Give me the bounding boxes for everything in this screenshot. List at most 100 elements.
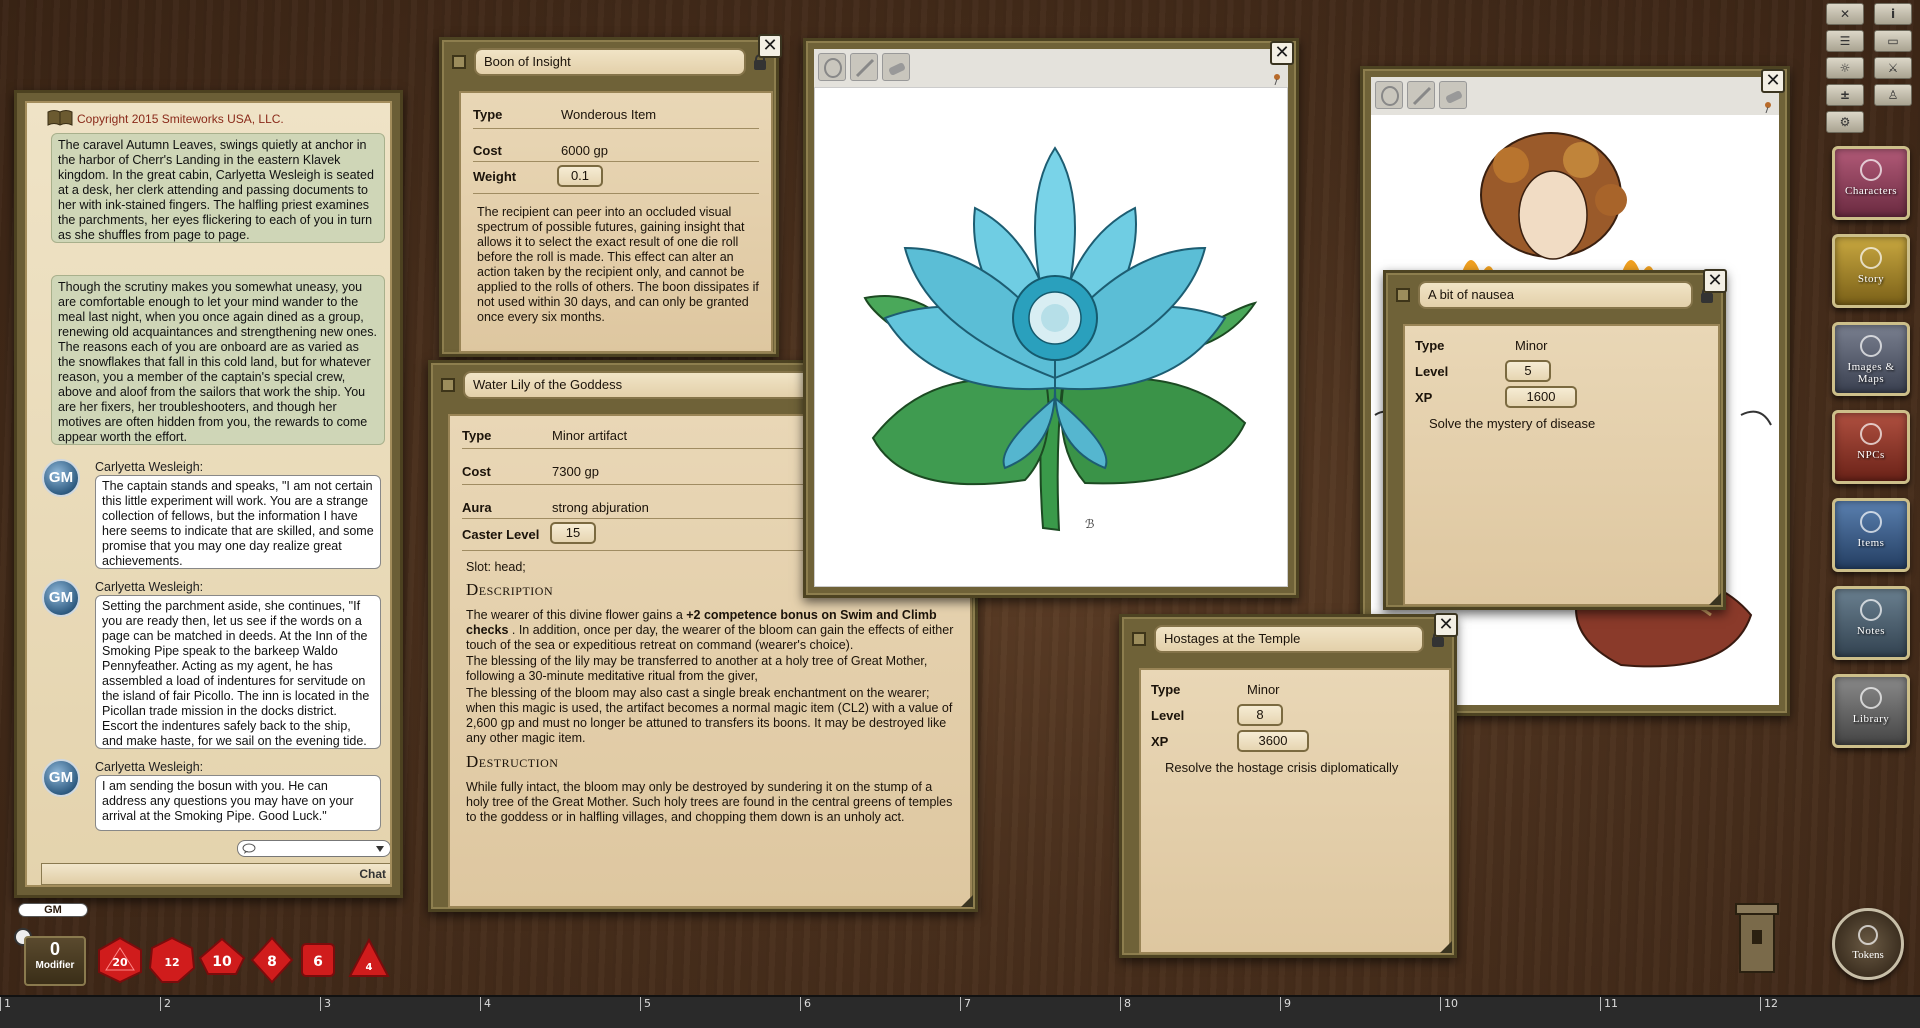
hotkey-slot[interactable]: 5: [640, 997, 651, 1011]
quest-details: Type Minor Level 5 XP 1600 Solve the mys…: [1403, 324, 1720, 606]
hotkey-slot[interactable]: 4: [480, 997, 491, 1011]
tool-button[interactable]: ✕: [1826, 3, 1864, 25]
eraser-icon[interactable]: [882, 53, 910, 81]
description-heading: Description: [466, 580, 553, 600]
chat-mode-select[interactable]: [237, 840, 391, 857]
resize-handle-icon[interactable]: [1440, 941, 1452, 953]
modifier-icon[interactable]: ±: [1826, 84, 1864, 106]
close-button[interactable]: ✕: [1434, 613, 1458, 637]
story-entry: The caravel Autumn Leaves, swings quietl…: [51, 133, 385, 243]
image-canvas[interactable]: ℬ: [814, 87, 1288, 587]
type-label: Type: [1415, 338, 1444, 353]
xp-field[interactable]: 3600: [1237, 730, 1309, 752]
d10-icon[interactable]: 10: [198, 936, 246, 984]
pin-icon[interactable]: [1763, 101, 1773, 113]
share-toggle[interactable]: [452, 55, 466, 69]
hotkey-slot[interactable]: 2: [160, 997, 171, 1011]
eraser-icon[interactable]: [1439, 81, 1467, 109]
hotkey-slot[interactable]: 6: [800, 997, 811, 1011]
close-button[interactable]: ✕: [1703, 269, 1727, 293]
image-window-lily: ℬ ✕: [803, 38, 1299, 598]
level-field[interactable]: 5: [1505, 360, 1551, 382]
hotkey-slot[interactable]: 1: [0, 997, 11, 1011]
hotkey-slot[interactable]: 12: [1760, 997, 1778, 1011]
resize-handle-icon[interactable]: [1709, 593, 1721, 605]
tokens-label: Tokens: [1852, 949, 1884, 961]
party-icon[interactable]: ♙: [1874, 84, 1912, 106]
hotkey-slot[interactable]: 11: [1600, 997, 1618, 1011]
quest-description[interactable]: Solve the mystery of disease: [1429, 416, 1595, 431]
d6-icon[interactable]: 6: [300, 942, 336, 978]
description-paragraph: The blessing of the bloom may also cast …: [466, 686, 958, 746]
settings-icon[interactable]: ⚙: [1826, 111, 1864, 133]
image-toolbar: [1371, 77, 1779, 115]
cost-value[interactable]: 6000 gp: [561, 143, 608, 158]
level-field[interactable]: 8: [1237, 704, 1283, 726]
d4-icon[interactable]: 4: [348, 938, 390, 980]
close-button[interactable]: ✕: [1761, 69, 1785, 93]
share-toggle[interactable]: [441, 378, 455, 392]
tower-icon[interactable]: [1734, 900, 1780, 976]
resize-handle-icon[interactable]: [961, 895, 973, 907]
type-value[interactable]: Wonderous Item: [561, 107, 656, 122]
hotkey-bar[interactable]: 1 2 3 4 5 6 7 8 9 10 11 12: [0, 995, 1920, 1028]
pin-icon[interactable]: [1272, 73, 1282, 85]
share-toggle[interactable]: [1396, 288, 1410, 302]
svg-text:12: 12: [164, 956, 179, 969]
d12-icon[interactable]: 12: [148, 936, 196, 984]
quest-name-field[interactable]: A bit of nausea: [1418, 281, 1693, 309]
combat-icon[interactable]: ⚔: [1874, 57, 1912, 79]
cards-icon[interactable]: ▭: [1874, 30, 1912, 52]
xp-field[interactable]: 1600: [1505, 386, 1577, 408]
list-icon[interactable]: ☰: [1826, 30, 1864, 52]
share-toggle[interactable]: [1132, 632, 1146, 646]
chat-button[interactable]: Chat: [359, 867, 386, 881]
mask-icon[interactable]: [818, 53, 846, 81]
close-button[interactable]: ✕: [1270, 41, 1294, 65]
type-value[interactable]: Minor: [1247, 682, 1280, 697]
chat-log[interactable]: Copyright 2015 Smiteworks USA, LLC. The …: [25, 101, 392, 887]
cost-label: Cost: [473, 143, 502, 158]
pencil-icon[interactable]: [850, 53, 878, 81]
level-label: Level: [1415, 364, 1448, 379]
chevron-down-icon: [376, 846, 384, 852]
sidebar-story-button[interactable]: Story: [1832, 234, 1910, 308]
sidebar-library-button[interactable]: Library: [1832, 674, 1910, 748]
weight-field[interactable]: 0.1: [557, 165, 603, 187]
mask-icon[interactable]: [1375, 81, 1403, 109]
d8-icon[interactable]: 8: [248, 936, 296, 984]
weight-label: Weight: [473, 169, 516, 184]
d20-icon[interactable]: 20: [96, 936, 144, 984]
svg-text:10: 10: [212, 954, 232, 970]
modifier-box[interactable]: 0 Modifier: [24, 936, 86, 986]
sidebar-images-button[interactable]: Images & Maps: [1832, 322, 1910, 396]
cost-value[interactable]: 7300 gp: [552, 464, 599, 479]
pencil-icon[interactable]: [1407, 81, 1435, 109]
hotkey-slot[interactable]: 7: [960, 997, 971, 1011]
item-name-field[interactable]: Boon of Insight: [474, 48, 746, 76]
hotkey-slot[interactable]: 9: [1280, 997, 1291, 1011]
hotkey-slot[interactable]: 10: [1440, 997, 1458, 1011]
type-value[interactable]: Minor: [1515, 338, 1548, 353]
message-speaker: Carlyetta Wesleigh:: [95, 760, 203, 774]
info-icon[interactable]: i: [1874, 3, 1912, 25]
type-value[interactable]: Minor artifact: [552, 428, 627, 443]
sidebar-notes-button[interactable]: Notes: [1832, 586, 1910, 660]
close-button[interactable]: ✕: [758, 34, 782, 58]
quest-name-field[interactable]: Hostages at the Temple: [1154, 625, 1424, 653]
aura-value[interactable]: strong abjuration: [552, 500, 649, 515]
quest-description[interactable]: Resolve the hostage crisis diplomaticall…: [1165, 760, 1398, 775]
title-bar: Boon of Insight: [452, 48, 766, 76]
sidebar-items-button[interactable]: Items: [1832, 498, 1910, 572]
identity-label[interactable]: GM: [18, 903, 88, 917]
lighting-icon[interactable]: ☼: [1826, 57, 1864, 79]
modifier-value: 0: [26, 938, 84, 960]
chat-input[interactable]: Chat: [41, 863, 392, 885]
tokens-button[interactable]: Tokens: [1832, 908, 1904, 980]
hotkey-slot[interactable]: 8: [1120, 997, 1131, 1011]
sidebar-characters-button[interactable]: Characters: [1832, 146, 1910, 220]
sidebar-npcs-button[interactable]: NPCs: [1832, 410, 1910, 484]
hotkey-slot[interactable]: 3: [320, 997, 331, 1011]
caster-level-field[interactable]: 15: [550, 522, 596, 544]
xp-label: XP: [1151, 734, 1168, 749]
